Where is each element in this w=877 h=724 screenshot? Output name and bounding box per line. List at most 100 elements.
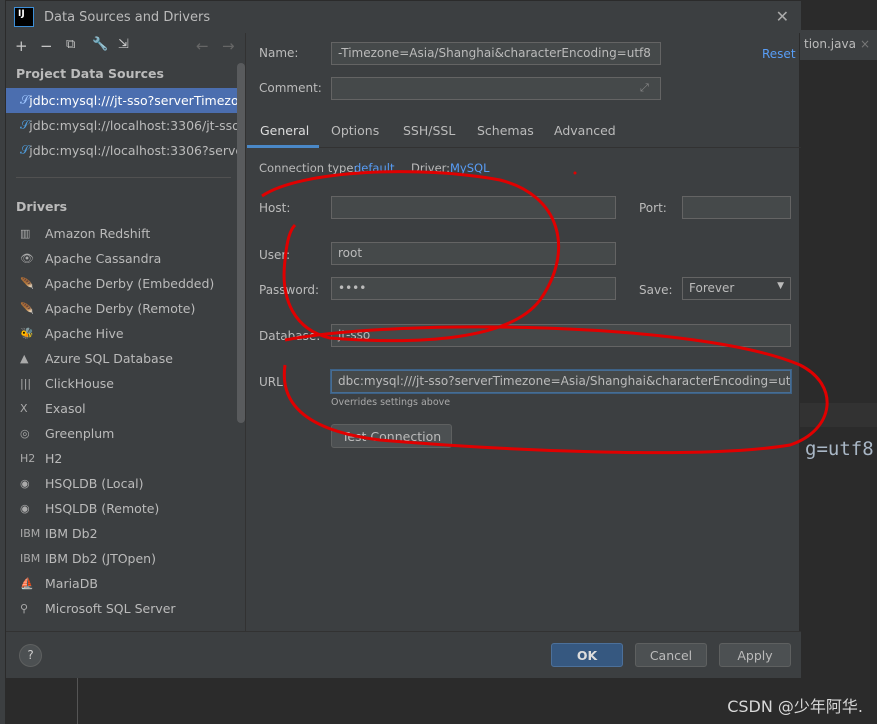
driver-icon: ◉: [20, 502, 30, 515]
driver-item[interactable]: 🪶 Apache Derby (Embedded): [6, 271, 238, 296]
driver-icon: ◎: [20, 427, 30, 440]
user-label: User:: [259, 248, 291, 262]
save-label: Save:: [639, 283, 673, 297]
driver-label: Greenplum: [45, 426, 115, 441]
settings-panel: Name: -Timezone=Asia/Shanghai&characterE…: [247, 33, 801, 631]
wrench-icon[interactable]: 🔧: [92, 37, 108, 52]
tab-options[interactable]: Options: [331, 123, 379, 138]
driver-item[interactable]: H2 H2: [6, 446, 238, 471]
divider: [77, 677, 78, 724]
import-icon[interactable]: ⇲: [118, 37, 129, 52]
chevron-down-icon: ▼: [777, 281, 784, 291]
editor-tab-label: tion.java: [804, 37, 856, 51]
save-select[interactable]: Forever ▼: [682, 277, 791, 300]
driver-item[interactable]: ◉ HSQLDB (Local): [6, 471, 238, 496]
drivers-heading: Drivers: [16, 199, 68, 214]
driver-item[interactable]: 🪶 Apache Derby (Remote): [6, 296, 238, 321]
url-input[interactable]: dbc:mysql:///jt-sso?serverTimezone=Asia/…: [331, 370, 791, 393]
name-label: Name:: [259, 46, 299, 60]
driver-icon: H2: [20, 452, 36, 465]
url-hint: Overrides settings above: [331, 397, 451, 408]
driver-icon: ⛵: [20, 577, 34, 590]
tab-schemas[interactable]: Schemas: [477, 123, 534, 138]
active-tab-indicator: [247, 145, 319, 148]
driver-icon: IBM: [20, 552, 41, 565]
driver-label: Apache Cassandra: [45, 251, 162, 266]
port-label: Port:: [639, 201, 667, 215]
host-input[interactable]: [331, 196, 616, 219]
driver-icon: ▲: [20, 352, 29, 365]
comment-input[interactable]: [331, 77, 661, 100]
test-connection-button[interactable]: Test Connection: [331, 424, 452, 448]
driver-label: Microsoft SQL Server: [45, 601, 176, 616]
scrollbar[interactable]: [237, 63, 245, 423]
driver-item[interactable]: 🐝 Apache Hive: [6, 321, 238, 346]
mysql-icon: 𝒮: [20, 118, 30, 132]
tab-general[interactable]: General: [260, 123, 309, 138]
tab-ssh-ssl[interactable]: SSH/SSL: [403, 123, 455, 138]
data-source-label: jdbc:mysql://localhost:3306/jt-sso?: [29, 118, 238, 133]
project-data-sources-heading: Project Data Sources: [16, 66, 164, 81]
driver-item[interactable]: ||| ClickHouse: [6, 371, 238, 396]
data-source-item[interactable]: 𝒮jdbc:mysql://localhost:3306?server: [6, 138, 238, 163]
data-source-label: jdbc:mysql:///jt-sso?serverTimezone: [29, 93, 238, 108]
data-source-item[interactable]: 𝒮jdbc:mysql://localhost:3306/jt-sso?: [6, 113, 238, 138]
copy-icon[interactable]: ⧉: [66, 37, 75, 52]
separator: [16, 177, 231, 178]
connection-type-link[interactable]: default: [354, 161, 394, 175]
data-source-label: jdbc:mysql://localhost:3306?server: [29, 143, 238, 158]
driver-item[interactable]: ⛵ MariaDB: [6, 571, 238, 596]
ok-button[interactable]: OK: [551, 643, 623, 667]
data-sources-dialog: IJ Data Sources and Drivers ✕ + − ⧉ 🔧 ⇲ …: [5, 0, 801, 678]
name-input[interactable]: -Timezone=Asia/Shanghai&characterEncodin…: [331, 42, 661, 65]
driver-item[interactable]: ◉ HSQLDB (Remote): [6, 496, 238, 521]
close-icon[interactable]: ✕: [776, 7, 789, 26]
driver-item[interactable]: ◎ Greenplum: [6, 421, 238, 446]
database-input[interactable]: jt-sso: [331, 324, 791, 347]
driver-link[interactable]: MySQL: [450, 161, 490, 175]
expand-icon[interactable]: ⤢: [640, 81, 649, 95]
driver-label: Driver:: [411, 161, 451, 175]
driver-icon: |||: [20, 377, 32, 390]
driver-label: HSQLDB (Local): [45, 476, 144, 491]
driver-icon: 👁: [20, 252, 34, 265]
plus-icon[interactable]: +: [15, 37, 28, 55]
tab-advanced[interactable]: Advanced: [554, 123, 616, 138]
driver-label: Apache Derby (Embedded): [45, 276, 215, 291]
editor-tab[interactable]: tion.java ×: [800, 30, 877, 60]
driver-item[interactable]: IBM IBM Db2: [6, 521, 238, 546]
url-label: URL: [259, 375, 283, 389]
reset-link[interactable]: Reset: [762, 47, 796, 61]
driver-label: Azure SQL Database: [45, 351, 173, 366]
password-input[interactable]: ••••: [331, 277, 616, 300]
connection-type-label: Connection type:: [259, 161, 358, 175]
driver-item[interactable]: X Exasol: [6, 396, 238, 421]
port-input[interactable]: [682, 196, 791, 219]
driver-item[interactable]: ⚲ Microsoft SQL Server: [6, 596, 238, 621]
driver-item[interactable]: IBM IBM Db2 (JTOpen): [6, 546, 238, 571]
minus-icon[interactable]: −: [40, 37, 53, 55]
intellij-logo: IJ: [14, 7, 34, 27]
tab-divider: [247, 147, 801, 148]
driver-item[interactable]: ▥ Amazon Redshift: [6, 221, 238, 246]
cancel-button[interactable]: Cancel: [635, 643, 707, 667]
left-panel: + − ⧉ 🔧 ⇲ ← → Project Data Sources 𝒮jdbc…: [6, 33, 246, 631]
driver-item[interactable]: ▲ Azure SQL Database: [6, 346, 238, 371]
forward-arrow-icon[interactable]: →: [222, 37, 235, 55]
driver-icon: IBM: [20, 527, 41, 540]
user-input[interactable]: root: [331, 242, 616, 265]
driver-label: IBM Db2: [45, 526, 98, 541]
driver-icon: 🐝: [20, 327, 34, 340]
back-arrow-icon[interactable]: ←: [196, 37, 209, 55]
password-label: Password:: [259, 283, 320, 297]
data-source-item[interactable]: 𝒮jdbc:mysql:///jt-sso?serverTimezone: [6, 88, 238, 113]
comment-label: Comment:: [259, 81, 322, 95]
driver-label: Apache Hive: [45, 326, 124, 341]
close-tab-icon[interactable]: ×: [860, 37, 870, 51]
driver-item[interactable]: 👁 Apache Cassandra: [6, 246, 238, 271]
help-button[interactable]: ?: [19, 644, 42, 667]
save-select-value: Forever: [689, 281, 735, 295]
bottom-bar: ? OK Cancel Apply: [6, 631, 801, 678]
dialog-title: Data Sources and Drivers: [44, 9, 211, 25]
apply-button[interactable]: Apply: [719, 643, 791, 667]
